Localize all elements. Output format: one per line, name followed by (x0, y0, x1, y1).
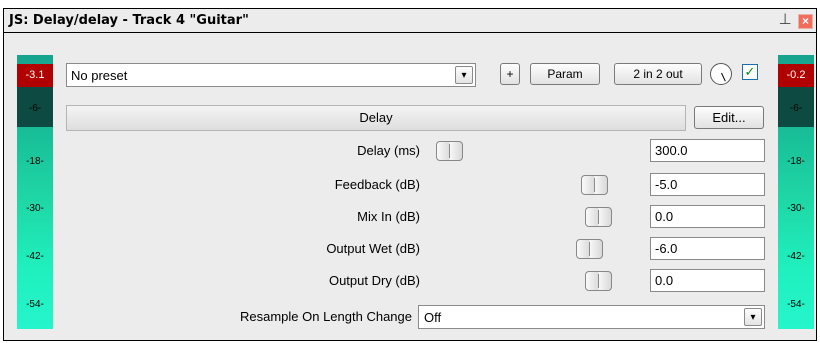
meter-tick: -6- (28, 103, 42, 114)
chevron-down-icon[interactable]: ▾ (455, 66, 473, 84)
knob-icon[interactable] (710, 63, 732, 85)
meter-tick: -6- (789, 103, 803, 114)
slider-thumb[interactable] (581, 175, 608, 195)
slider-thumb[interactable] (576, 239, 603, 259)
slider-thumb[interactable] (436, 141, 463, 161)
param-label: Feedback (dB) (334, 177, 420, 192)
preset-value: No preset (71, 68, 128, 83)
edit-button[interactable]: Edit... (694, 106, 764, 129)
input-peak-readout[interactable]: -3.1 (17, 64, 53, 87)
slider-thumb[interactable] (585, 271, 612, 291)
meter-tick: -42- (787, 251, 805, 262)
meter-tick: -30- (787, 203, 805, 214)
resample-label: Resample On Length Change (239, 309, 412, 324)
preset-select[interactable]: No preset ▾ (66, 63, 476, 87)
add-preset-button[interactable]: + (500, 63, 520, 85)
param-slider[interactable] (430, 271, 646, 291)
param-button[interactable]: Param (530, 63, 600, 85)
chevron-down-icon[interactable]: ▾ (744, 308, 762, 326)
meter-tick: -18- (787, 156, 805, 167)
param-label: Output Wet (dB) (326, 241, 420, 256)
meter-tick: -42- (26, 251, 44, 262)
resample-value: Off (424, 310, 442, 325)
param-label: Output Dry (dB) (328, 273, 420, 288)
close-icon[interactable]: × (798, 14, 813, 29)
io-routing-button[interactable]: 2 in 2 out (614, 63, 702, 85)
param-value-field[interactable]: 0.0 (650, 205, 765, 228)
param-value-field[interactable]: 0.0 (650, 269, 765, 292)
resample-select[interactable]: Off ▾ (418, 305, 765, 329)
param-slider[interactable] (430, 207, 646, 227)
param-value-field[interactable]: -5.0 (650, 173, 765, 196)
section-header: Delay (66, 105, 686, 131)
window-title: JS: Delay/delay - Track 4 "Guitar" (9, 13, 249, 28)
title-bar[interactable]: JS: Delay/delay - Track 4 "Guitar" ⊥ × (4, 9, 816, 33)
meter-tick: -30- (26, 203, 44, 214)
param-value-field[interactable]: -6.0 (650, 237, 765, 260)
output-peak-readout[interactable]: -0.2 (778, 64, 814, 87)
param-value-field[interactable]: 300.0 (650, 139, 765, 162)
bypass-checkbox[interactable]: ✓ (742, 64, 758, 80)
param-label: Delay (ms) (357, 143, 420, 158)
meter-tick: -18- (26, 156, 44, 167)
slider-thumb[interactable] (585, 207, 612, 227)
meter-tick: -54- (787, 299, 805, 310)
pin-icon[interactable]: ⊥ (778, 11, 792, 29)
param-slider[interactable] (430, 175, 646, 195)
param-slider[interactable] (430, 239, 646, 259)
param-label: Mix In (dB) (357, 209, 420, 224)
param-slider[interactable] (430, 141, 646, 161)
meter-tick: -54- (26, 299, 44, 310)
